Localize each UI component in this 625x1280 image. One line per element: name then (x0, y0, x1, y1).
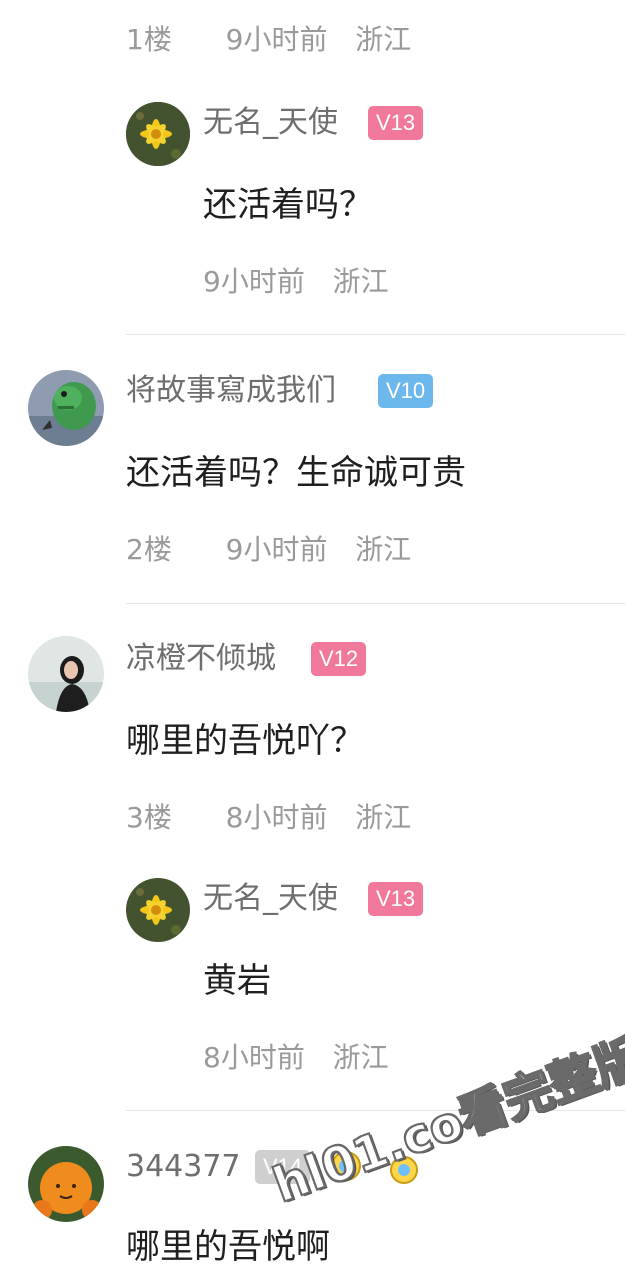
username[interactable]: 无名_天使 (203, 108, 338, 138)
comment-location: 浙江 (332, 1041, 389, 1074)
avatar-dinosaur[interactable] (28, 370, 104, 446)
floor-meta-1: 1楼 9小时前 浙江 (126, 26, 411, 54)
avatar-flower[interactable] (126, 878, 190, 942)
comment-location: 浙江 (355, 801, 412, 834)
avatar-orange[interactable] (28, 1146, 104, 1222)
level-badge: V10 (378, 374, 434, 408)
comment-location: 浙江 (332, 265, 389, 298)
username[interactable]: 344377 (126, 1152, 241, 1182)
username[interactable]: 凉橙不倾城 (126, 644, 276, 674)
avatar-girl[interactable] (28, 636, 104, 712)
comment-time: 8小时前 (203, 1041, 305, 1074)
comment-text[interactable]: 哪里的吾悦啊 (126, 1230, 330, 1264)
reply-meta: 8小时前 浙江 (203, 1044, 389, 1072)
level-badge: V13 (368, 882, 424, 916)
comment-time: 9小时前 (225, 23, 328, 56)
comment-text[interactable]: 黄岩 (203, 964, 271, 998)
dinosaur-avatar-icon (28, 370, 104, 446)
comment-text[interactable]: 哪里的吾悦吖？ (126, 724, 364, 758)
avatar-flower[interactable] (126, 102, 190, 166)
flower-avatar-icon (126, 878, 190, 942)
floor-number: 3楼 (126, 801, 172, 834)
comment-time: 9小时前 (225, 533, 328, 566)
username[interactable]: 将故事寫成我们 (126, 376, 336, 406)
divider (126, 334, 625, 335)
floor-number: 2楼 (126, 533, 172, 566)
reply-meta: 9小时前 浙江 (203, 268, 389, 296)
comment-text[interactable]: 还活着吗？生命诚可贵 (126, 456, 466, 490)
level-badge: V12 (311, 642, 367, 676)
floor-meta-2: 2楼 9小时前 浙江 (126, 536, 411, 564)
divider (126, 603, 625, 604)
floor-number: 1楼 (126, 23, 172, 56)
comment-location: 浙江 (355, 23, 412, 56)
comment-text[interactable]: 还活着吗？ (203, 188, 373, 222)
orange-avatar-icon (28, 1146, 104, 1222)
comment-location: 浙江 (355, 533, 412, 566)
flower-avatar-icon (126, 102, 190, 166)
username[interactable]: 无名_天使 (203, 884, 338, 914)
level-badge: V13 (368, 106, 424, 140)
floor-meta-3: 3楼 8小时前 浙江 (126, 804, 411, 832)
comment-time: 9小时前 (203, 265, 305, 298)
comment-time: 8小时前 (225, 801, 328, 834)
girl-avatar-icon (28, 636, 104, 712)
